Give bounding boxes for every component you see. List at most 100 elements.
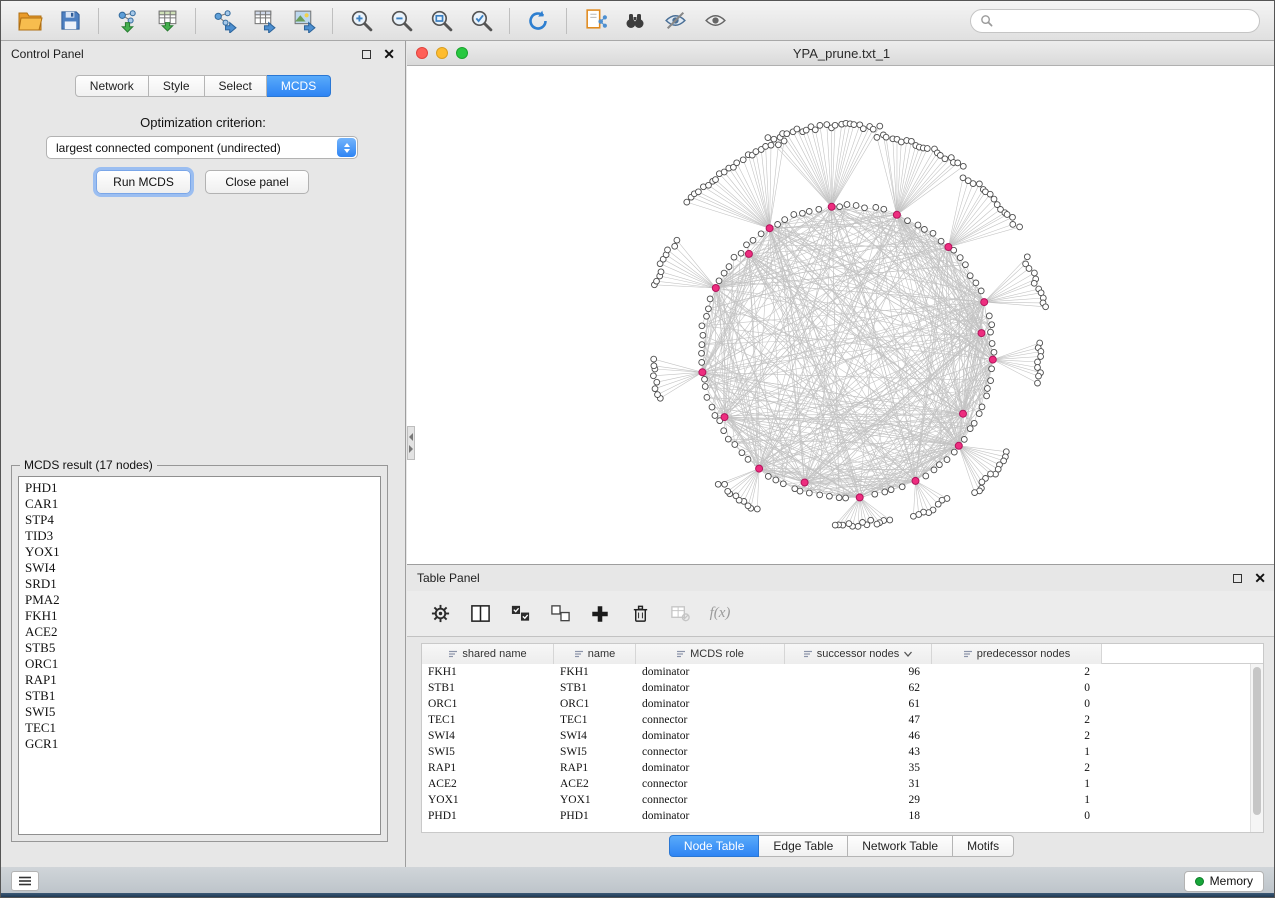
close-panel-button[interactable]: Close panel [205,170,309,194]
table-row[interactable]: FKH1FKH1dominator962 [422,664,1263,680]
table-panel: Table Panel ✕ f(x) shared namenameMCDS r… [407,564,1275,867]
mcds-result-item[interactable]: YOX1 [25,544,374,560]
column-header-shared-name[interactable]: shared name [422,644,554,664]
share-session-button[interactable] [576,5,614,37]
cell-mcds-role: dominator [636,680,785,696]
float-panel-icon[interactable] [362,50,371,59]
delete-column-button[interactable] [627,601,653,627]
table-row[interactable]: STB1STB1dominator620 [422,680,1263,696]
new-table-button[interactable] [245,5,283,37]
table-tab-node-table[interactable]: Node Table [669,835,760,857]
mcds-result-item[interactable]: ACE2 [25,624,374,640]
zoom-out-button[interactable] [382,5,420,37]
select-all-columns-button[interactable] [507,601,533,627]
table-row[interactable]: ACE2ACE2connector311 [422,776,1263,792]
column-header-mcds-role[interactable]: MCDS role [636,644,785,664]
zoom-fit-button[interactable] [422,5,460,37]
import-table-from-file-button[interactable] [148,5,186,37]
control-tab-mcds[interactable]: MCDS [267,75,331,97]
export-image-icon [292,8,317,33]
mcds-result-item[interactable]: TEC1 [25,720,374,736]
zoom-selected-button[interactable] [462,5,500,37]
create-column-button[interactable] [587,601,613,627]
main-toolbar [1,1,1274,41]
show-graphics-details-button[interactable] [696,5,734,37]
hamburger-menu-icon [18,876,32,886]
table-settings-button[interactable] [427,601,453,627]
scrollbar-thumb[interactable] [1253,667,1261,815]
mcds-result-list[interactable]: PHD1CAR1STP4TID3YOX1SWI4SRD1PMA2FKH1ACE2… [18,476,381,835]
new-network-button[interactable] [205,5,243,37]
memory-button[interactable]: Memory [1184,871,1264,892]
status-menu-button[interactable] [11,871,39,891]
close-table-panel-icon[interactable]: ✕ [1254,571,1266,585]
plus-icon [590,604,610,624]
mcds-result-item[interactable]: GCR1 [25,736,374,752]
cell-shared-name: RAP1 [422,760,554,776]
control-tab-style[interactable]: Style [149,75,205,97]
mcds-result-item[interactable]: SWI5 [25,704,374,720]
hide-graphics-details-button[interactable] [656,5,694,37]
mcds-result-item[interactable]: RAP1 [25,672,374,688]
table-row[interactable]: TEC1TEC1connector472 [422,712,1263,728]
mcds-result-item[interactable]: SRD1 [25,576,374,592]
function-builder-button[interactable]: f(x) [707,601,733,627]
export-image-button[interactable] [285,5,323,37]
eye-icon [703,8,728,33]
table-tab-motifs[interactable]: Motifs [953,835,1014,857]
cell-shared-name: SWI4 [422,728,554,744]
mcds-result-item[interactable]: STP4 [25,512,374,528]
node-table-body: FKH1FKH1dominator962STB1STB1dominator620… [422,664,1263,824]
splitter-collapse-handle[interactable] [407,426,415,460]
criterion-selected-value: largest connected component (undirected) [56,141,281,155]
close-window-icon[interactable] [416,47,428,59]
search-input[interactable] [999,14,1250,28]
mcds-result-item[interactable]: CAR1 [25,496,374,512]
delete-table-button-disabled[interactable] [667,601,693,627]
search-network-button[interactable] [616,5,654,37]
window-controls [416,47,468,59]
show-columns-button[interactable] [467,601,493,627]
open-file-button[interactable] [11,5,49,37]
table-row[interactable]: ORC1ORC1dominator610 [422,696,1263,712]
table-row[interactable]: SWI4SWI4dominator462 [422,728,1263,744]
cell-predecessor-nodes: 1 [932,776,1102,792]
refresh-button[interactable] [519,5,557,37]
import-network-from-file-button[interactable] [108,5,146,37]
column-header-predecessor-nodes[interactable]: predecessor nodes [932,644,1102,664]
column-header-name[interactable]: name [554,644,636,664]
unselect-all-columns-button[interactable] [547,601,573,627]
float-table-panel-icon[interactable] [1233,574,1242,583]
control-tab-network[interactable]: Network [75,75,149,97]
mcds-result-title: MCDS result (17 nodes) [20,458,157,472]
network-canvas[interactable] [407,66,1275,564]
table-tab-edge-table[interactable]: Edge Table [759,835,848,857]
control-tab-select[interactable]: Select [205,75,267,97]
mcds-result-item[interactable]: FKH1 [25,608,374,624]
maximize-window-icon[interactable] [456,47,468,59]
control-panel-header: Control Panel ✕ [1,41,405,67]
column-header-successor-nodes[interactable]: successor nodes [785,644,932,664]
table-row[interactable]: YOX1YOX1connector291 [422,792,1263,808]
mcds-result-item[interactable]: PHD1 [25,480,374,496]
table-row[interactable]: SWI5SWI5connector431 [422,744,1263,760]
zoom-in-button[interactable] [342,5,380,37]
dropdown-stepper-icon [337,138,356,157]
sort-grid-icon [963,649,973,659]
mcds-result-item[interactable]: STB1 [25,688,374,704]
minimize-window-icon[interactable] [436,47,448,59]
application-window: Control Panel ✕ NetworkStyleSelectMCDS O… [0,0,1275,898]
mcds-result-item[interactable]: STB5 [25,640,374,656]
save-session-button[interactable] [51,5,89,37]
toolbar-separator [195,8,196,34]
close-panel-icon[interactable]: ✕ [383,47,395,61]
run-mcds-button[interactable]: Run MCDS [96,170,191,194]
table-row[interactable]: RAP1RAP1dominator352 [422,760,1263,776]
mcds-result-item[interactable]: ORC1 [25,656,374,672]
criterion-dropdown[interactable]: largest connected component (undirected) [46,136,358,159]
mcds-result-item[interactable]: TID3 [25,528,374,544]
table-row[interactable]: PHD1PHD1dominator180 [422,808,1263,824]
table-tab-network-table[interactable]: Network Table [848,835,953,857]
mcds-result-item[interactable]: PMA2 [25,592,374,608]
mcds-result-item[interactable]: SWI4 [25,560,374,576]
